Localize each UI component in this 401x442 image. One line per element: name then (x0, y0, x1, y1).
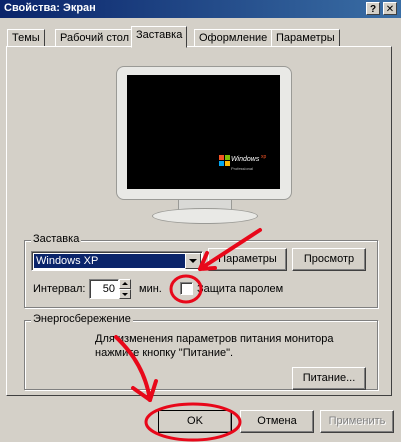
interval-value: 50 (102, 283, 115, 295)
ok-button[interactable]: OK (158, 410, 232, 433)
tab-appearance[interactable]: Оформление (194, 29, 273, 47)
chevron-down-icon[interactable] (185, 253, 201, 269)
apply-button[interactable]: Применить (320, 410, 394, 433)
interval-unit: мин. (139, 283, 162, 295)
interval-label: Интервал: (33, 283, 86, 295)
screensaver-group-label: Заставка (31, 233, 82, 245)
ok-button-label: OK (187, 415, 203, 427)
power-button[interactable]: Питание... (292, 367, 366, 390)
interval-stepper[interactable] (119, 279, 131, 299)
cancel-button-label: Отмена (257, 415, 297, 427)
interval-input[interactable]: 50 (89, 279, 119, 299)
logo-sup: xp (261, 154, 267, 160)
settings-button-label: Параметры (218, 253, 277, 265)
power-group-label: Энергосбережение (31, 313, 133, 325)
monitor-preview: Windows xp Professional (116, 66, 292, 226)
power-button-label: Питание... (302, 372, 356, 384)
window-title: Свойства: Экран (4, 2, 96, 14)
password-checkbox[interactable] (180, 282, 193, 295)
preview-button-label: Просмотр (303, 253, 355, 265)
title-bar[interactable]: Свойства: Экран ? ✕ (0, 0, 401, 18)
stepper-up-icon[interactable] (119, 279, 131, 289)
close-button[interactable]: ✕ (383, 2, 397, 15)
screensaver-selected-text: Windows XP (36, 255, 99, 267)
monitor-screen: Windows xp Professional (127, 75, 280, 189)
windows-logo-icon (219, 155, 231, 167)
help-button[interactable]: ? (366, 2, 380, 15)
settings-button[interactable]: Параметры (208, 248, 287, 271)
edition-text: Professional (231, 166, 254, 171)
power-description: Для изменения параметров питания монитор… (95, 333, 334, 359)
screensaver-select[interactable]: Windows XP (31, 251, 203, 271)
screensaver-selected: Windows XP (34, 254, 188, 268)
tab-desktop[interactable]: Рабочий стол (55, 29, 135, 47)
tab-screensaver[interactable]: Заставка (131, 26, 188, 48)
stepper-down-icon[interactable] (119, 289, 131, 299)
tab-settings[interactable]: Параметры (271, 29, 340, 47)
password-label[interactable]: Защита паролем (197, 283, 283, 295)
tab-themes[interactable]: Темы (7, 29, 45, 47)
cancel-button[interactable]: Отмена (240, 410, 314, 433)
logo-text: Windows (231, 156, 260, 163)
apply-button-label: Применить (328, 415, 386, 427)
preview-button[interactable]: Просмотр (292, 248, 366, 271)
